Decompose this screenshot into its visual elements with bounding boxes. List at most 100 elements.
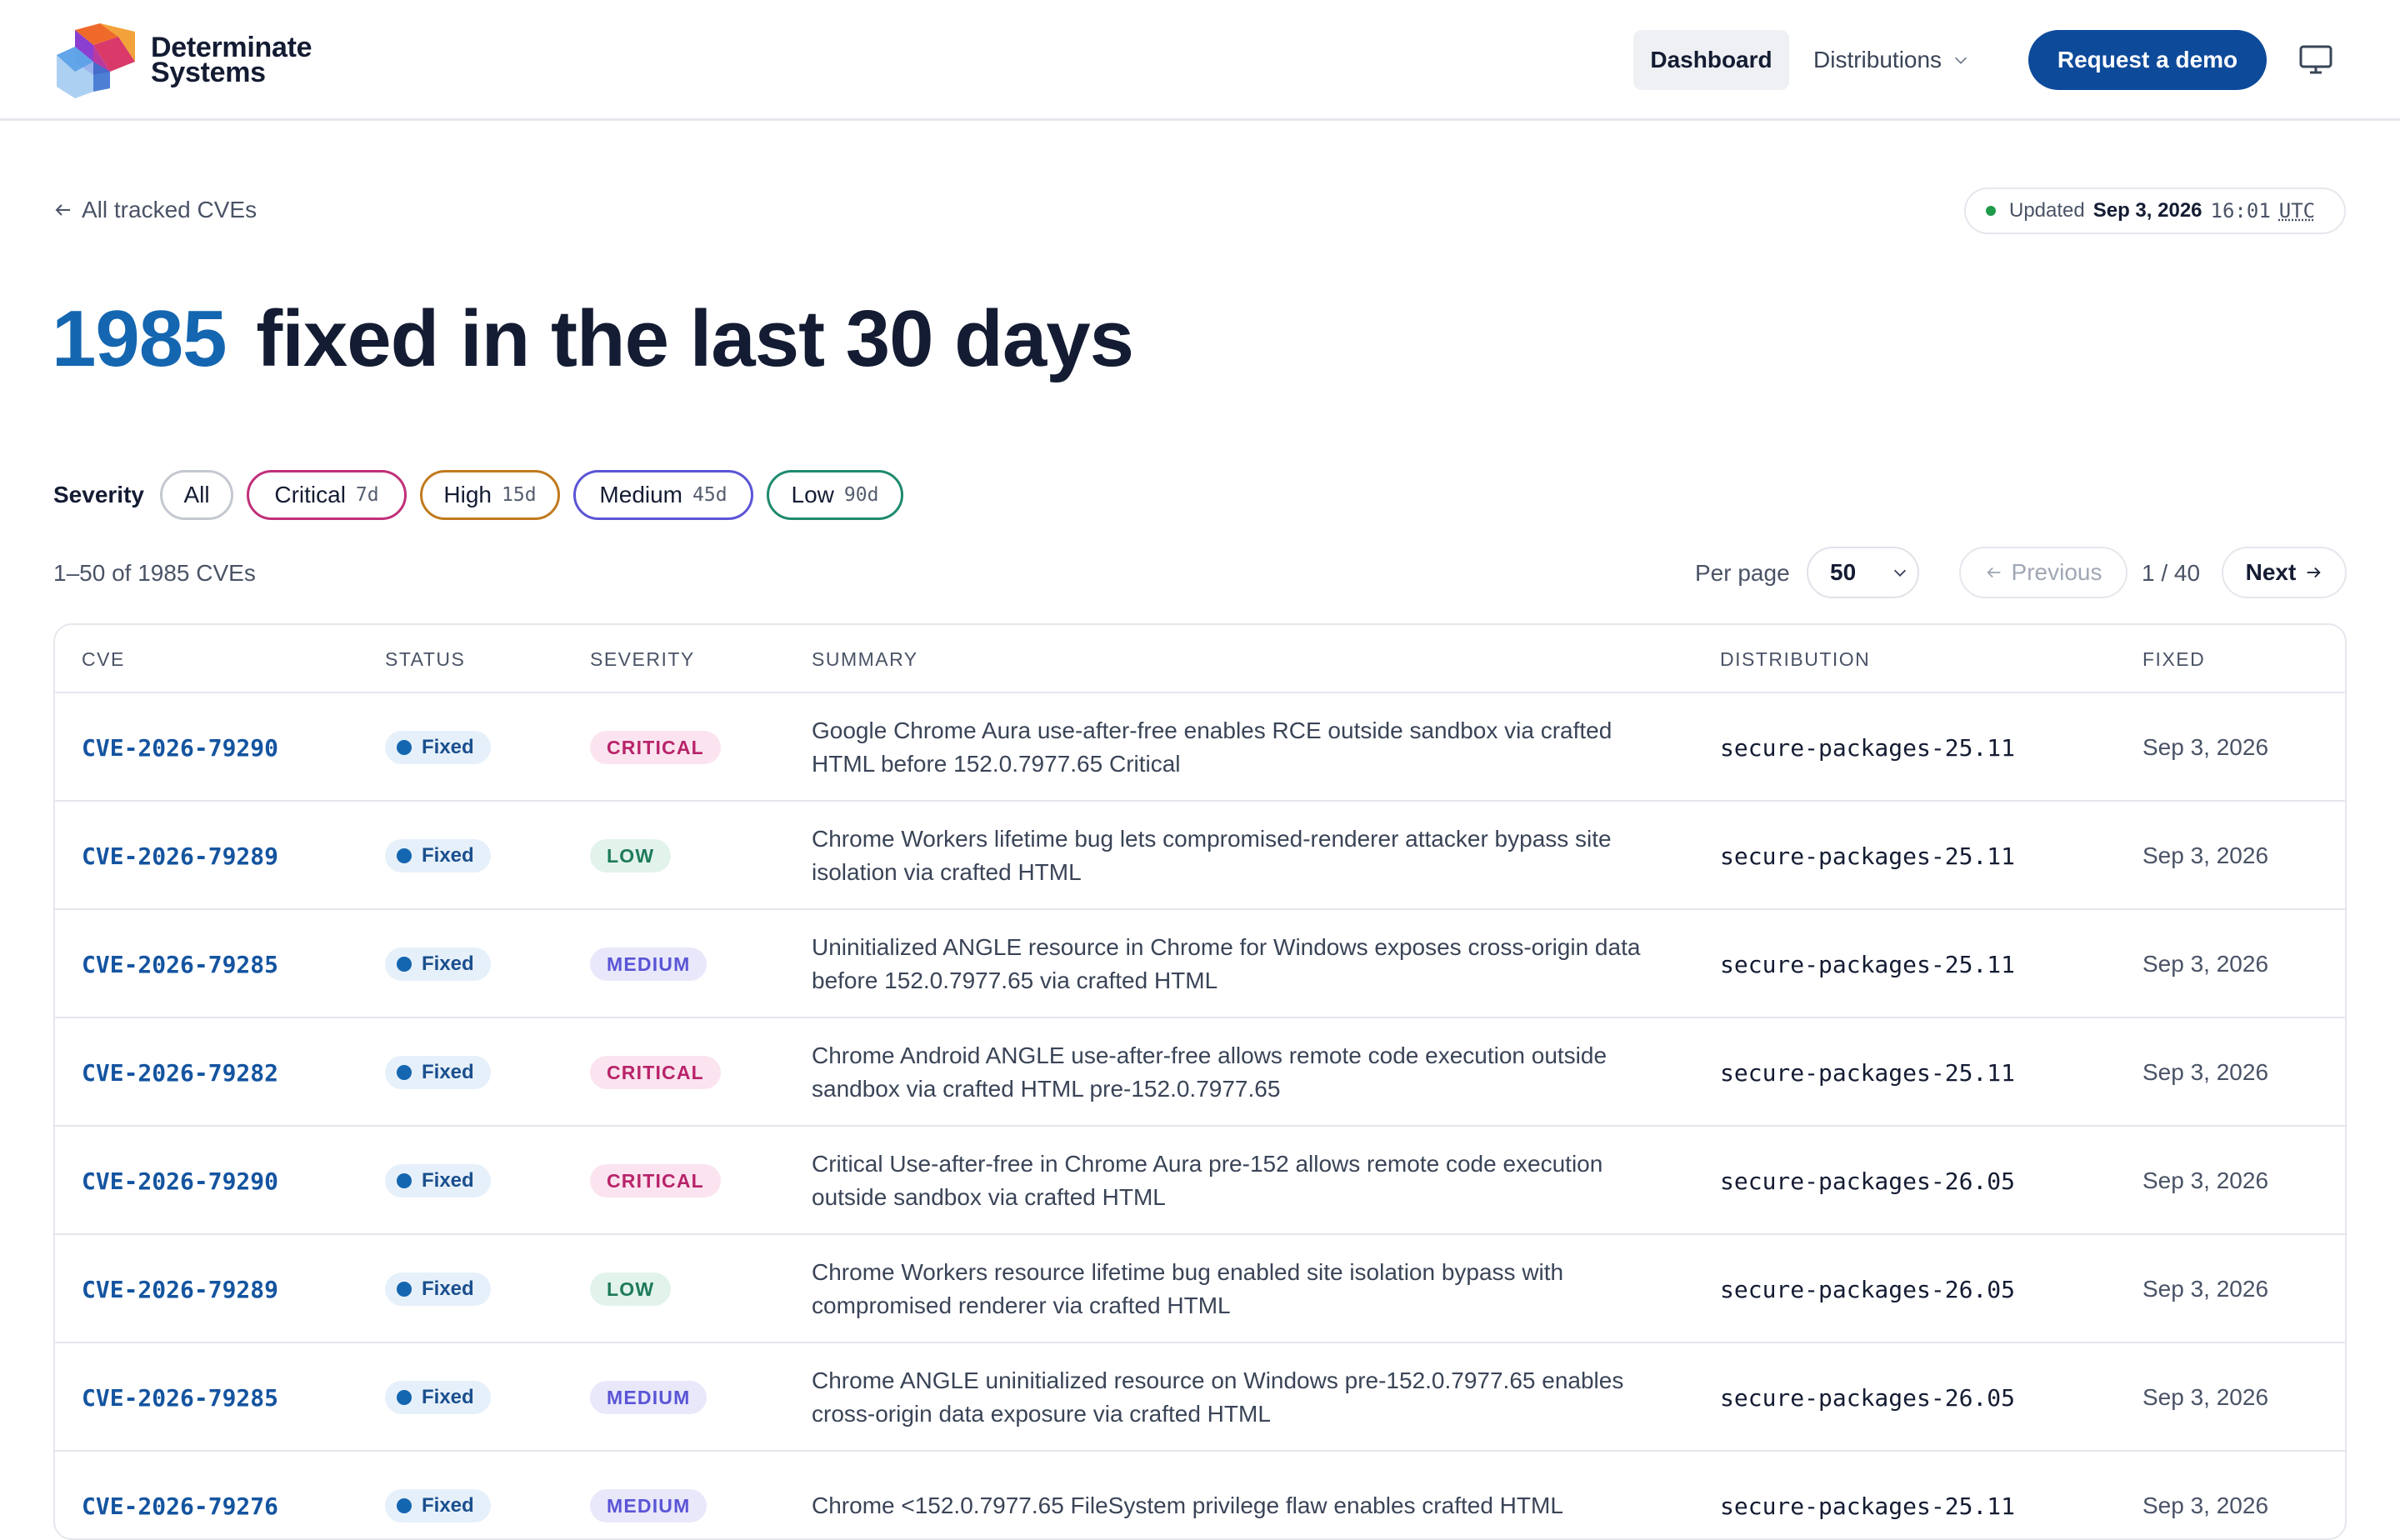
cve-cell: CVE-2026-79282	[82, 1018, 278, 1127]
arrow-left-icon	[1986, 567, 2000, 578]
severity-badge: LOW	[590, 1272, 672, 1306]
status-cell: Fixed	[385, 1018, 491, 1127]
column-header-status[interactable]: Status	[385, 648, 465, 671]
fixed-date: Sep 3, 2026	[2142, 951, 2269, 977]
fixed-date: Sep 3, 2026	[2142, 1059, 2269, 1085]
fixed-count: 1985	[52, 294, 228, 383]
previous-page-button[interactable]: Previous	[1959, 547, 2128, 598]
distribution-cell: secure-packages-25.11	[1720, 802, 2015, 910]
severity-chip-low[interactable]: Low 90d	[767, 470, 903, 520]
summary-cell: Chrome <152.0.7977.65 FileSystem privile…	[812, 1452, 1678, 1538]
summary-text: Google Chrome Aura use-after-free enable…	[812, 718, 1612, 777]
status-dot-icon	[1986, 206, 1996, 216]
status-badge: Fixed	[385, 1489, 491, 1522]
status-badge: Fixed	[385, 948, 491, 981]
column-header-severity[interactable]: Severity	[590, 648, 695, 671]
cve-id-link[interactable]: CVE-2026-79285	[82, 951, 278, 978]
per-page-label: Per page	[1695, 560, 1790, 586]
determinate-systems-logo-icon[interactable]	[52, 22, 143, 98]
cve-id-link[interactable]: CVE-2026-79290	[82, 1168, 278, 1195]
nav-dashboard-link[interactable]: Dashboard	[1633, 30, 1789, 90]
next-label: Next	[2245, 559, 2297, 585]
cve-cell: CVE-2026-79290	[82, 693, 278, 802]
column-header-summary[interactable]: Summary	[812, 648, 918, 671]
request-demo-button[interactable]: Request a demo	[2028, 30, 2267, 90]
status-badge: Fixed	[385, 1381, 491, 1414]
nav-distributions-dropdown[interactable]: Distributions	[1813, 30, 1970, 90]
fixed-cell: Sep 3, 2026	[2142, 910, 2268, 1018]
status-cell: Fixed	[385, 1235, 491, 1343]
status-dot-icon	[397, 1390, 412, 1405]
status-badge: Fixed	[385, 1272, 491, 1306]
per-page-select[interactable]: 50	[1807, 547, 1919, 598]
severity-chip-medium[interactable]: Medium 45d	[573, 470, 753, 520]
chip-days: 7d	[355, 484, 379, 506]
severity-filter-label: Severity	[53, 482, 144, 508]
brand-name[interactable]: Determinate Systems	[151, 33, 312, 87]
status-text: Fixed	[422, 844, 474, 867]
summary-text: Chrome Workers resource lifetime bug ena…	[812, 1259, 1564, 1318]
severity-chip-high[interactable]: High 15d	[420, 470, 560, 520]
distribution-name: secure-packages-25.11	[1720, 1058, 2016, 1087]
column-header-distribution[interactable]: Distribution	[1720, 648, 1870, 671]
top-navigation-bar: Determinate Systems Dashboard Distributi…	[0, 0, 2400, 121]
table-row[interactable]: CVE-2026-79290 Fixed CRITICAL Critical Use-…	[55, 1127, 2345, 1235]
arrow-left-icon	[55, 204, 70, 216]
table-row[interactable]: CVE-2026-79289 Fixed LOW Chrome Workers res…	[55, 1235, 2345, 1343]
column-header-fixed[interactable]: Fixed	[2142, 648, 2205, 671]
summary-text: Chrome Android ANGLE use-after-free allo…	[812, 1042, 1608, 1102]
table-row[interactable]: CVE-2026-79282 Fixed CRITICAL Chrome Androi…	[55, 1018, 2345, 1127]
cve-id-link[interactable]: CVE-2026-79276	[82, 1492, 278, 1520]
table-row[interactable]: CVE-2026-79290 Fixed CRITICAL Google Chrome…	[55, 693, 2345, 802]
status-dot-icon	[397, 957, 412, 972]
chip-label: Low	[791, 482, 834, 508]
cve-cell: CVE-2026-79289	[82, 802, 278, 910]
page-title: 1985 fixed in the last 30 days	[52, 293, 1134, 385]
distribution-cell: secure-packages-26.05	[1720, 1235, 2015, 1343]
severity-badge: CRITICAL	[590, 731, 721, 764]
cve-id-link[interactable]: CVE-2026-79289	[82, 842, 278, 870]
summary-cell: Chrome Workers lifetime bug lets comprom…	[812, 802, 1678, 910]
status-cell: Fixed	[385, 802, 491, 910]
distribution-name: secure-packages-25.11	[1720, 950, 2016, 978]
severity-badge: LOW	[590, 839, 672, 872]
back-to-all-cves-link[interactable]: All tracked CVEs	[53, 197, 257, 223]
severity-badge: MEDIUM	[590, 948, 708, 981]
summary-cell: Chrome Workers resource lifetime bug ena…	[812, 1235, 1678, 1343]
status-dot-icon	[397, 1065, 412, 1080]
severity-cell: MEDIUM	[590, 1452, 708, 1538]
cve-id-link[interactable]: CVE-2026-79289	[82, 1276, 278, 1303]
fixed-date: Sep 3, 2026	[2142, 842, 2269, 868]
severity-chip-all[interactable]: All	[160, 470, 233, 520]
chevron-down-icon	[1954, 57, 1968, 64]
summary-cell: Critical Use-after-free in Chrome Aura p…	[812, 1127, 1678, 1235]
status-text: Fixed	[422, 952, 474, 975]
cve-id-link[interactable]: CVE-2026-79285	[82, 1384, 278, 1412]
next-page-button[interactable]: Next	[2222, 547, 2347, 598]
cve-table: CVE Status Severity Summary Distribution…	[53, 623, 2347, 1540]
status-badge: Fixed	[385, 839, 491, 872]
cve-id-link[interactable]: CVE-2026-79282	[82, 1059, 278, 1087]
page-title-text: fixed in the last 30 days	[256, 294, 1134, 383]
distribution-cell: secure-packages-25.11	[1720, 1452, 2015, 1538]
table-row[interactable]: CVE-2026-79285 Fixed MEDIUM Uninitialized A…	[55, 910, 2345, 1018]
status-dot-icon	[397, 740, 412, 755]
table-row[interactable]: CVE-2026-79285 Fixed MEDIUM Chrome ANGLE un…	[55, 1343, 2345, 1452]
summary-cell: Uninitialized ANGLE resource in Chrome f…	[812, 910, 1678, 1018]
table-header: CVE Status Severity Summary Distribution…	[55, 625, 2345, 693]
column-header-cve[interactable]: CVE	[82, 648, 125, 671]
updated-date: Sep 3, 2026	[2092, 199, 2202, 222]
cve-id-link[interactable]: CVE-2026-79290	[82, 734, 278, 762]
severity-cell: CRITICAL	[590, 1127, 721, 1235]
fixed-cell: Sep 3, 2026	[2142, 1343, 2268, 1452]
severity-chip-critical[interactable]: Critical 7d	[247, 470, 407, 520]
table-row[interactable]: CVE-2026-79276 Fixed MEDIUM Chrome <152.0.7…	[55, 1452, 2345, 1538]
table-row[interactable]: CVE-2026-79289 Fixed LOW Chrome Workers lif…	[55, 802, 2345, 910]
page-indicator: 1 / 40	[2142, 560, 2201, 586]
distribution-cell: secure-packages-26.05	[1720, 1343, 2015, 1452]
severity-badge: MEDIUM	[590, 1381, 708, 1414]
chip-label: High	[443, 482, 492, 508]
status-dot-icon	[397, 1282, 412, 1297]
summary-text: Chrome ANGLE uninitialized resource on W…	[812, 1368, 1624, 1427]
monitor-icon[interactable]	[2298, 43, 2333, 77]
